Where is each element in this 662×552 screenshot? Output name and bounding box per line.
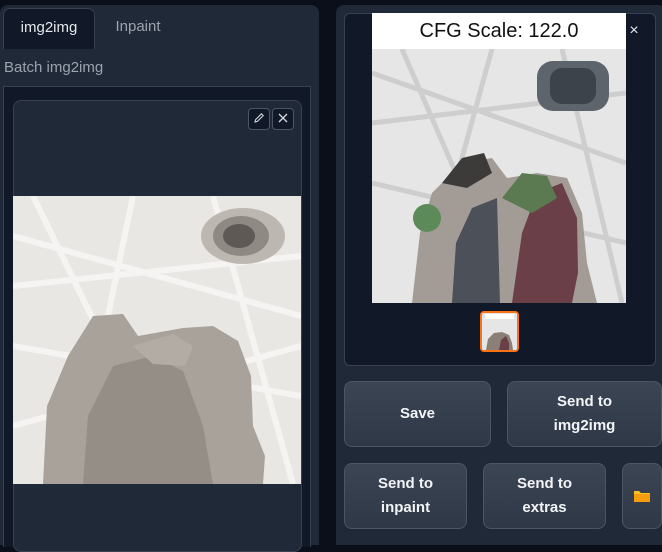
output-image[interactable]: CFG Scale: 122.0	[372, 13, 626, 303]
pencil-icon	[254, 113, 264, 123]
send-to-inpaint-button[interactable]: Send to inpaint	[344, 463, 467, 529]
close-icon	[278, 113, 288, 123]
close-gallery-button[interactable]: ×	[624, 22, 644, 42]
tab-batch-img2img[interactable]: Batch img2img	[4, 54, 134, 82]
send-to-inpaint-label: Send to inpaint	[378, 475, 433, 516]
send-to-img2img-button[interactable]: Send to img2img	[507, 381, 662, 447]
clear-image-button[interactable]	[272, 108, 294, 130]
send-to-extras-button[interactable]: Send to extras	[483, 463, 606, 529]
gallery-thumbnail[interactable]	[480, 311, 519, 352]
tab-bar: img2img Inpaint	[3, 8, 313, 49]
send-to-img2img-label: Send to img2img	[553, 393, 616, 434]
input-image[interactable]	[13, 196, 301, 484]
send-to-extras-label: Send to extras	[517, 475, 572, 516]
output-caption: CFG Scale: 122.0	[372, 13, 626, 49]
save-button[interactable]: Save	[344, 381, 491, 447]
edit-button[interactable]	[248, 108, 270, 130]
open-folder-button[interactable]	[622, 463, 662, 529]
tab-img2img[interactable]: img2img	[3, 8, 95, 49]
tab-inpaint[interactable]: Inpaint	[101, 8, 175, 46]
folder-icon	[634, 491, 650, 502]
